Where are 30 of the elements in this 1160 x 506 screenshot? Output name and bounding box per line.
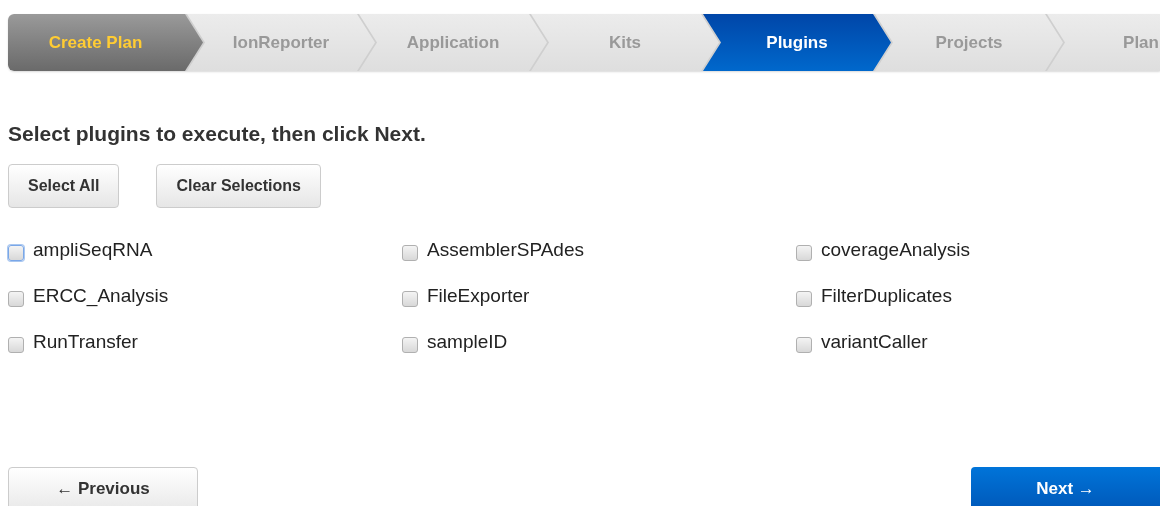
plugin-label: FilterDuplicates	[821, 283, 952, 308]
next-button[interactable]: Next →	[971, 467, 1160, 506]
plugin-label: variantCaller	[821, 329, 928, 354]
plugin-label: RunTransfer	[33, 329, 138, 354]
plugin-checkbox[interactable]	[796, 337, 812, 353]
plugin-checkbox[interactable]	[796, 291, 812, 307]
wizard-step[interactable]: IonReporter	[187, 14, 375, 71]
wizard-step[interactable]: Plan	[1047, 14, 1160, 71]
plugin-label: ERCC_Analysis	[33, 283, 169, 309]
wizard-step[interactable]: Plugins	[703, 14, 891, 71]
wizard-step[interactable]: Create Plan	[8, 14, 203, 71]
action-button[interactable]: Clear Selections	[156, 164, 321, 208]
action-button[interactable]: Select All	[8, 164, 120, 208]
plugin-checkbox[interactable]	[796, 245, 812, 261]
wizard-step[interactable]: Application	[359, 14, 547, 71]
plugin-label: coverageAnalysis	[821, 237, 970, 262]
plugin-checkbox[interactable]	[8, 245, 24, 261]
plugin-label: AssemblerSPAdes	[427, 237, 584, 262]
wizard-step[interactable]: Projects	[875, 14, 1063, 71]
plugin-label: ampliSeqRNA	[33, 237, 153, 262]
page-heading: Select plugins to execute, then click Next.	[8, 121, 426, 147]
plugin-checkbox[interactable]	[8, 337, 24, 353]
plugin-checkbox[interactable]	[402, 245, 418, 261]
plugin-label: FileExporter	[427, 283, 530, 308]
wizard-step[interactable]: Kits	[531, 14, 719, 71]
plugin-checkbox[interactable]	[402, 291, 418, 307]
plugin-checkbox[interactable]	[402, 337, 418, 353]
previous-button[interactable]: ← Previous	[8, 467, 198, 506]
plugin-label: sampleID	[427, 329, 508, 354]
plugin-checkbox[interactable]	[8, 291, 24, 307]
